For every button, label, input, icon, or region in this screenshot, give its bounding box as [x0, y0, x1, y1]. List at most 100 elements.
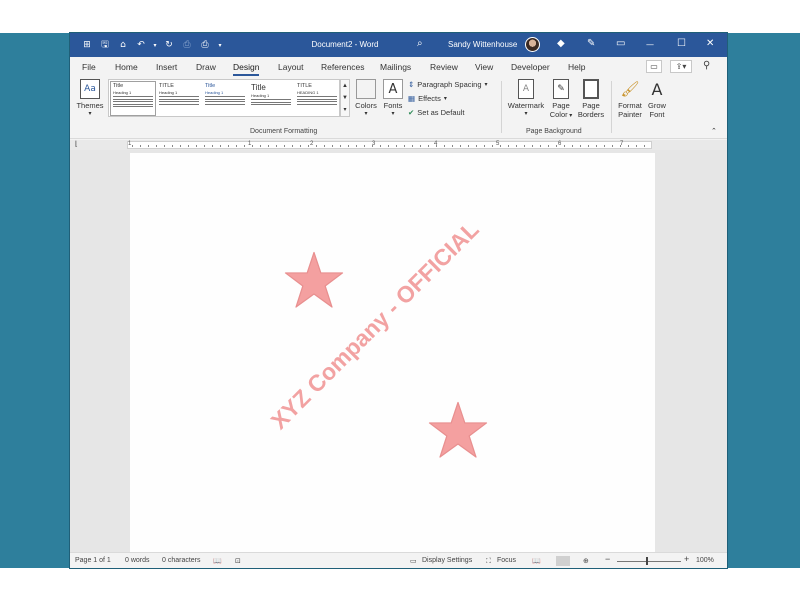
- ruler-tick: [476, 145, 477, 147]
- style-set-thumb[interactable]: TITLE Heading 1: [157, 82, 201, 115]
- ruler-tick: [412, 145, 413, 147]
- paragraph-spacing-label: Paragraph Spacing: [417, 80, 482, 89]
- zoom-in-icon[interactable]: +: [684, 554, 689, 564]
- ruler-tick: [204, 145, 205, 147]
- zoom-slider[interactable]: [617, 561, 681, 562]
- chevron-up-icon[interactable]: ▲: [341, 80, 349, 92]
- ruler-tick: [588, 145, 589, 147]
- tab-help[interactable]: Help: [568, 62, 585, 72]
- zoom-level[interactable]: 100%: [696, 557, 714, 564]
- grow-font-label-2: Font: [649, 110, 665, 119]
- watermark-label: Watermark: [507, 101, 545, 110]
- ruler-tick: [516, 145, 517, 147]
- style-set-thumb[interactable]: TITLE HEADING 1: [295, 82, 339, 115]
- grow-font-button[interactable]: A Grow Font: [646, 79, 668, 119]
- focus-button[interactable]: Focus: [497, 557, 516, 564]
- tab-selector-icon[interactable]: ⌊: [75, 140, 78, 148]
- focus-icon: ⛶: [486, 557, 491, 565]
- ruler-tick: [284, 145, 285, 147]
- autosave-icon[interactable]: ⊞: [80, 38, 94, 52]
- title-bar: ⊞ 🖫 ⌂ ↶ ▾ ↻ ⎙ ⎙ ▾ Document2 - Word ⌕ San…: [70, 33, 727, 57]
- tab-home[interactable]: Home: [115, 62, 138, 72]
- star-shape-1[interactable]: [283, 250, 345, 312]
- page-color-button[interactable]: ✎ Page Color ▾: [547, 79, 575, 121]
- zoom-slider-thumb[interactable]: [646, 557, 648, 565]
- format-painter-label-1: Format: [618, 101, 642, 110]
- pen-icon[interactable]: ✎: [587, 38, 595, 49]
- themes-label: Themes: [76, 101, 104, 110]
- tab-insert[interactable]: Insert: [156, 62, 177, 72]
- set-as-default-button[interactable]: ✔ Set as Default: [408, 108, 464, 117]
- ruler-tick: [612, 145, 613, 147]
- close-icon[interactable]: ✕: [706, 38, 714, 49]
- watermark-button[interactable]: A Watermark ▾: [506, 79, 546, 119]
- ruler-tick: [636, 145, 637, 147]
- group-label-page-background: Page Background: [526, 128, 582, 135]
- watermark-icon: A: [518, 79, 534, 99]
- web-layout-icon[interactable]: ⊕: [583, 557, 589, 565]
- user-avatar[interactable]: [525, 37, 540, 52]
- star-shape-2[interactable]: [427, 400, 489, 462]
- ruler-tick: [164, 145, 165, 147]
- ruler-tick: [556, 145, 557, 147]
- share-button[interactable]: ⇪▾: [670, 60, 692, 73]
- page-borders-button[interactable]: Page Borders: [576, 79, 606, 119]
- ruler-tick: [308, 145, 309, 147]
- page-borders-label-1: Page: [582, 101, 600, 110]
- ruler-tick: [324, 145, 325, 147]
- display-settings-button[interactable]: Display Settings: [422, 557, 472, 564]
- style-thumb-heading: Heading 1: [205, 90, 224, 95]
- accessibility-icon[interactable]: ⊡: [235, 557, 241, 565]
- effects-button[interactable]: ▦ Effects ▾: [408, 94, 447, 103]
- colors-label: Colors: [355, 101, 377, 110]
- gallery-scroll[interactable]: ▲ ▼ ▾: [340, 79, 350, 117]
- search-icon[interactable]: ⌕: [417, 38, 423, 49]
- tab-design[interactable]: Design: [233, 62, 260, 76]
- page-count[interactable]: Page 1 of 1: [75, 557, 111, 564]
- document-page[interactable]: XYZ Company - OFFICIAL: [130, 153, 655, 553]
- paragraph-spacing-button[interactable]: ⇕ Paragraph Spacing ▾: [408, 80, 488, 89]
- open-folder-icon[interactable]: ⌂: [116, 38, 130, 52]
- maximize-icon[interactable]: ☐: [677, 38, 686, 49]
- tab-references[interactable]: References: [321, 62, 364, 72]
- colors-button[interactable]: Colors ▾: [353, 79, 379, 119]
- tab-review[interactable]: Review: [430, 62, 458, 72]
- style-set-thumb[interactable]: Title Heading 1: [110, 81, 156, 116]
- ruler-tick: [628, 145, 629, 147]
- tab-draw[interactable]: Draw: [196, 62, 216, 72]
- proofing-icon[interactable]: 📖: [213, 557, 222, 565]
- tab-mailings[interactable]: Mailings: [380, 62, 411, 72]
- ruler-tick: [156, 145, 157, 147]
- themes-button[interactable]: Aa Themes ▾: [75, 79, 105, 119]
- minimize-icon[interactable]: —: [646, 40, 654, 49]
- format-painter-button[interactable]: 🖌 Format Painter: [615, 79, 645, 119]
- watermark-dropdown-icon: ▾: [524, 111, 528, 117]
- format-painter-label-2: Painter: [618, 110, 642, 119]
- comments-button[interactable]: ▭: [646, 60, 662, 73]
- fonts-button[interactable]: A Fonts ▾: [380, 79, 406, 119]
- read-mode-icon[interactable]: 📖: [532, 557, 541, 565]
- zoom-out-icon[interactable]: −: [605, 554, 610, 564]
- user-name[interactable]: Sandy Wittenhouse: [448, 40, 517, 49]
- pin-icon[interactable]: ⚲: [703, 60, 710, 71]
- diamond-icon[interactable]: ◆: [557, 38, 565, 49]
- style-set-thumb[interactable]: Title Heading 1: [203, 82, 247, 115]
- tab-file[interactable]: File: [82, 62, 96, 72]
- grow-font-icon: A: [651, 79, 663, 99]
- ribbon-display-options-icon[interactable]: ▭: [616, 38, 625, 49]
- tab-view[interactable]: View: [475, 62, 493, 72]
- style-set-thumb[interactable]: Title Heading 1: [249, 82, 293, 115]
- themes-dropdown-icon: ▾: [88, 111, 92, 117]
- character-count[interactable]: 0 characters: [162, 557, 201, 564]
- gallery-expand-icon[interactable]: ▾: [341, 104, 349, 116]
- horizontal-ruler[interactable]: 11234567: [127, 141, 652, 149]
- collapse-ribbon-icon[interactable]: ⌃: [711, 127, 717, 135]
- tab-developer[interactable]: Developer: [511, 62, 550, 72]
- tab-layout[interactable]: Layout: [278, 62, 304, 72]
- chevron-down-icon[interactable]: ▼: [341, 92, 349, 104]
- print-layout-icon[interactable]: [556, 556, 570, 566]
- word-count[interactable]: 0 words: [125, 557, 150, 564]
- save-icon[interactable]: 🖫: [98, 38, 112, 52]
- ruler-tick: [292, 145, 293, 147]
- grow-font-label-1: Grow: [648, 101, 666, 110]
